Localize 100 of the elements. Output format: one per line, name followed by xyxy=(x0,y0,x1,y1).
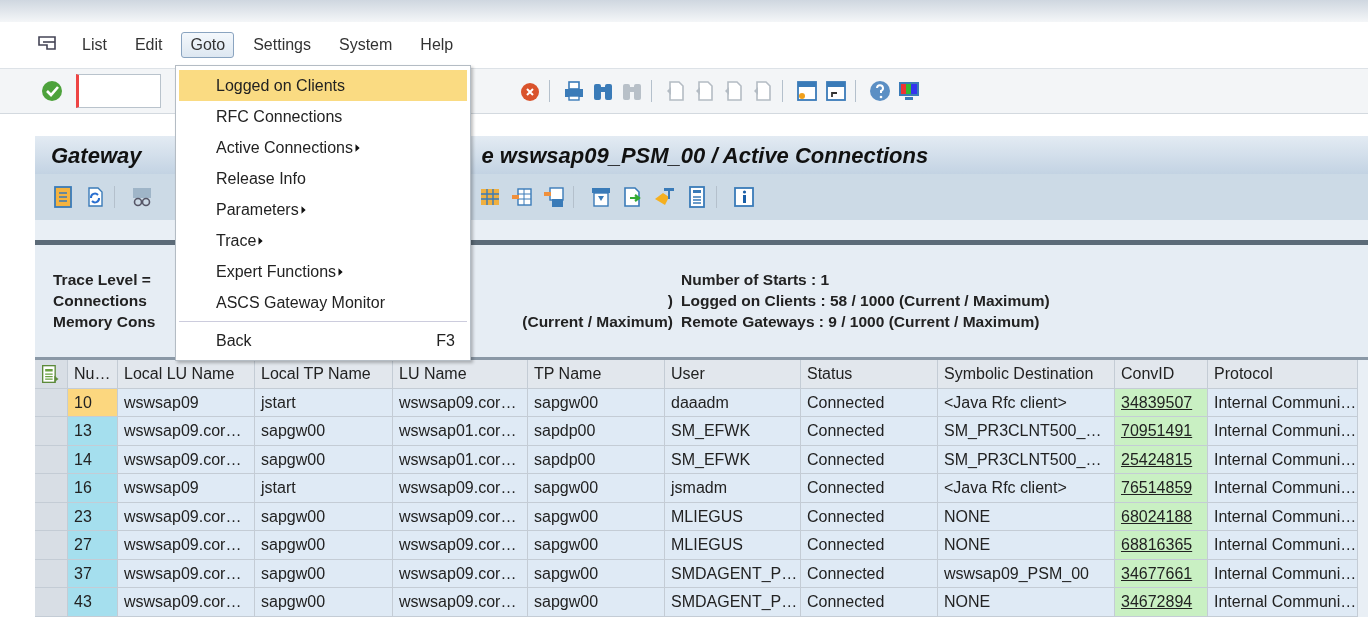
table-cell: Connected xyxy=(801,445,938,474)
menu-item[interactable]: Goto xyxy=(181,32,235,58)
table-cell: SM_PR3CLNT500_… xyxy=(938,417,1115,446)
menu-option[interactable]: Release Info xyxy=(179,163,467,194)
conv-id-link[interactable]: 34839507 xyxy=(1115,388,1208,417)
table-cell: wswsap09.cor… xyxy=(393,531,528,560)
window-icon[interactable] xyxy=(795,79,819,103)
table-cell: sapgw00 xyxy=(528,531,665,560)
help-icon[interactable] xyxy=(868,79,892,103)
table-cell: sapgw00 xyxy=(255,502,393,531)
table-cell: SM_PR3CLNT500_… xyxy=(938,445,1115,474)
table-cell: NONE xyxy=(938,588,1115,617)
table-cell: sapgw00 xyxy=(528,588,665,617)
menu-item[interactable]: System xyxy=(330,32,402,58)
info-icon[interactable] xyxy=(732,185,756,209)
menu-option[interactable]: Logged on Clients xyxy=(179,70,467,101)
menu-option[interactable]: RFC Connections xyxy=(179,101,467,132)
info-label: Connections xyxy=(53,291,148,311)
table-cell: sapgw00 xyxy=(255,417,393,446)
menu-option[interactable]: Expert Functions xyxy=(179,256,467,287)
table-cell: jstart xyxy=(255,474,393,503)
table-cell: 13 xyxy=(68,417,118,446)
filter-icon[interactable] xyxy=(589,185,613,209)
table-cell: wswsap09.cor… xyxy=(118,588,255,617)
layout-icon[interactable] xyxy=(41,363,61,384)
table-cell: SM_EFWK xyxy=(665,417,801,446)
table-cell: Internal Communi… xyxy=(1208,531,1358,560)
column-header[interactable]: Symbolic Destination xyxy=(938,360,1115,389)
table-cell: Connected xyxy=(801,588,938,617)
table-cell: SMDAGENT_P… xyxy=(665,559,801,588)
columns-icon[interactable] xyxy=(510,185,534,209)
table-cell: sapdp00 xyxy=(528,417,665,446)
check-icon[interactable] xyxy=(40,79,64,103)
menu-option[interactable]: Trace xyxy=(179,225,467,256)
table-cell: 23 xyxy=(68,502,118,531)
print-icon[interactable] xyxy=(562,79,586,103)
conv-id-link[interactable]: 70951491 xyxy=(1115,417,1208,446)
column-header[interactable]: User xyxy=(665,360,801,389)
table-cell: Connected xyxy=(801,559,938,588)
conv-id-link[interactable]: 25424815 xyxy=(1115,445,1208,474)
menu-item[interactable]: Help xyxy=(411,32,463,58)
table-cell: sapgw00 xyxy=(255,531,393,560)
table-cell: sapgw00 xyxy=(528,474,665,503)
conv-id-link[interactable]: 68816365 xyxy=(1115,531,1208,560)
table-cell: 27 xyxy=(68,531,118,560)
info-line: Number of Starts : 1 xyxy=(681,270,831,290)
menu-option[interactable]: Active Connections xyxy=(179,132,467,163)
menu-item[interactable]: List xyxy=(73,32,116,58)
table-cell: daaadm xyxy=(665,388,801,417)
column-header[interactable]: Local LU Name xyxy=(118,360,255,389)
table-cell: wswsap09.cor… xyxy=(118,531,255,560)
column-header[interactable]: Status xyxy=(801,360,938,389)
table-cell: sapgw00 xyxy=(528,559,665,588)
conv-id-link[interactable]: 68024188 xyxy=(1115,502,1208,531)
table-cell: wswsap09 xyxy=(118,388,255,417)
table-cell: sapgw00 xyxy=(255,588,393,617)
table-cell: wswsap09.cor… xyxy=(118,417,255,446)
table-cell: Connected xyxy=(801,417,938,446)
table-cell: jstart xyxy=(255,388,393,417)
table-cell: SMDAGENT_P… xyxy=(665,588,801,617)
table-cell: Connected xyxy=(801,502,938,531)
column-header[interactable]: ConvID xyxy=(1115,360,1208,389)
menu-option[interactable]: ASCS Gateway Monitor xyxy=(179,287,467,318)
table-cell: wswsap09_PSM_00 xyxy=(938,559,1115,588)
table-cell: sapgw00 xyxy=(255,445,393,474)
table-cell: 43 xyxy=(68,588,118,617)
table-cell: Internal Communi… xyxy=(1208,474,1358,503)
shortcut-icon[interactable] xyxy=(824,79,848,103)
table-cell: wswsap09.cor… xyxy=(118,445,255,474)
menu-option[interactable]: Back F3 xyxy=(179,325,467,356)
screen-title: Gateway xyxy=(51,141,142,170)
menu-option[interactable]: Parameters xyxy=(179,194,467,225)
table-cell: sapgw00 xyxy=(255,559,393,588)
table-cell: wswsap09.cor… xyxy=(393,588,528,617)
column-header[interactable]: Protocol xyxy=(1208,360,1358,389)
table-cell: sapdp00 xyxy=(528,445,665,474)
menu-item[interactable]: Settings xyxy=(244,32,320,58)
table-cell: sapgw00 xyxy=(528,502,665,531)
table-cell: wswsap09.cor… xyxy=(118,559,255,588)
info-value: ) xyxy=(666,291,673,311)
command-field[interactable] xyxy=(76,74,161,108)
column-header[interactable]: Nu… xyxy=(68,360,118,389)
column-header[interactable]: Local TP Name xyxy=(255,360,393,389)
column-header[interactable]: LU Name xyxy=(393,360,528,389)
table-cell: MLIEGUS xyxy=(665,502,801,531)
save-layout-icon[interactable] xyxy=(542,185,566,209)
table-cell: 37 xyxy=(68,559,118,588)
sheet-icon[interactable] xyxy=(51,185,75,209)
monitor-icon[interactable] xyxy=(897,79,921,103)
conv-id-link[interactable]: 34677661 xyxy=(1115,559,1208,588)
table-cell: wswsap09.cor… xyxy=(393,388,528,417)
conv-id-link[interactable]: 34672894 xyxy=(1115,588,1208,617)
table-cell: Connected xyxy=(801,474,938,503)
column-header[interactable]: TP Name xyxy=(528,360,665,389)
table-cell: MLIEGUS xyxy=(665,531,801,560)
table-cell: Internal Communi… xyxy=(1208,417,1358,446)
table-cell: wswsap09 xyxy=(118,474,255,503)
conv-id-link[interactable]: 76514859 xyxy=(1115,474,1208,503)
menu-item[interactable]: Edit xyxy=(125,32,172,58)
table-cell: wswsap09.cor… xyxy=(393,474,528,503)
